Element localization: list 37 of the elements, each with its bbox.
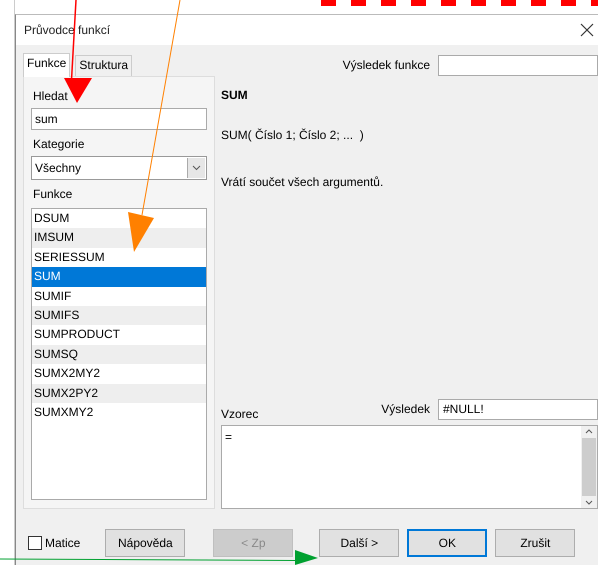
- chevron-icon: [187, 158, 205, 178]
- function-item[interactable]: SUMX2PY2: [32, 384, 206, 403]
- checkbox-label: Matice: [45, 536, 80, 550]
- function-item[interactable]: SUMSQ: [32, 344, 206, 364]
- function-syntax: SUM( Číslo 1; Číslo 2; ... ): [221, 128, 365, 142]
- scroll-down-icon[interactable]: [585, 500, 593, 505]
- dialog-button[interactable]: Nápověda: [105, 529, 186, 557]
- function-item[interactable]: SUMPRODUCT: [32, 325, 206, 345]
- function-item[interactable]: DSUM: [32, 209, 206, 228]
- dialog-button[interactable]: Zrušit: [495, 529, 576, 557]
- function-item[interactable]: SUM: [32, 267, 206, 287]
- dialog-button[interactable]: OK: [407, 529, 488, 557]
- checkbox[interactable]: [28, 536, 42, 550]
- formula-field[interactable]: =: [221, 425, 598, 509]
- scrollbar[interactable]: [581, 426, 597, 508]
- function-item[interactable]: SUMXMY2: [32, 402, 206, 422]
- function-description: Vrátí součet všech argumentů.: [221, 175, 384, 189]
- formula-label: Vzorec: [221, 406, 260, 421]
- tab[interactable]: Funkce: [23, 53, 70, 77]
- functions-label: Funkce: [32, 186, 74, 203]
- search-label: Hledat: [32, 88, 69, 105]
- function-item[interactable]: SUMIFS: [32, 306, 206, 326]
- function-item[interactable]: IMSUM: [32, 228, 206, 248]
- category-label: Kategorie: [32, 136, 86, 153]
- function-item[interactable]: SUMIF: [32, 286, 206, 306]
- function-item[interactable]: SERIESSUM: [32, 248, 206, 268]
- close-icon[interactable]: [580, 23, 594, 37]
- function-name: SUM: [221, 88, 249, 102]
- tab[interactable]: Struktura: [75, 55, 132, 76]
- scroll-up-icon[interactable]: [585, 429, 593, 434]
- result-label: Výsledek: [381, 402, 430, 416]
- category-dropdown[interactable]: Všechny: [31, 156, 207, 180]
- dialog-button[interactable]: Další >: [319, 529, 400, 557]
- search-field[interactable]: sum: [31, 108, 207, 130]
- result-field: #NULL!: [438, 398, 598, 420]
- function-result-label: Výsledek funkce: [342, 58, 430, 72]
- function-item[interactable]: SUMX2MY2: [32, 364, 206, 384]
